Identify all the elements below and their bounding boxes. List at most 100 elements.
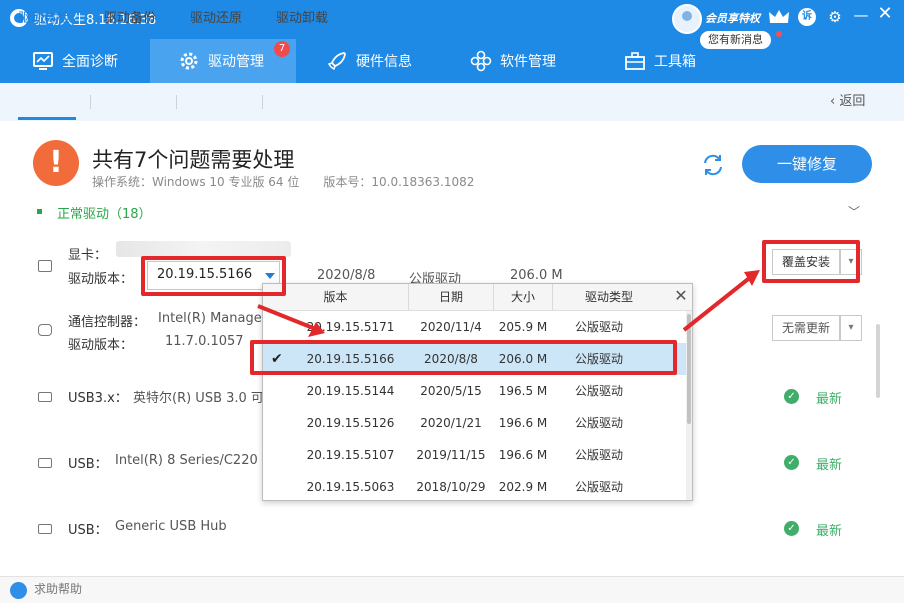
subnav-driver-backup[interactable]: 驱动备份 [104,0,156,38]
table-row[interactable]: 20.19.15.5144 2020/5/15 196.5 M 公版驱动 [263,375,686,407]
column-type: 驱动类型 [584,290,633,304]
highlight-install-button [762,240,860,283]
active-underline [18,117,76,120]
system-info: 操作系统：Windows 10 专业版 64 位 版本号：10.0.18363.… [92,175,475,189]
minimize-icon[interactable]: — [852,6,870,24]
check-circle-icon: ✓ [784,521,799,536]
tab-software-management[interactable]: 软件管理 [470,39,590,83]
toolbox-icon [625,52,645,70]
table-row[interactable]: 20.19.15.5107 2019/11/15 196.6 M 公版驱动 [263,439,686,471]
row-type: 公版驱动 [574,320,623,334]
usb-icon [38,458,52,468]
chevron-down-icon[interactable]: ▾ [840,315,862,341]
row-type: 公版驱动 [574,480,623,494]
unread-dot [776,31,782,37]
row-date: 2020/5/15 [420,384,482,398]
rocket-icon [327,52,346,71]
popup-header: 版本 日期 大小 驱动类型 ✕ [263,284,692,311]
row-version: 20.19.15.5171 [306,320,395,334]
table-row[interactable]: 20.19.15.5171 2020/11/4 205.9 M 公版驱动 [263,311,686,343]
row-version: 20.19.15.5144 [306,384,395,398]
chevron-down-icon[interactable]: ﹀ [848,203,860,220]
avatar[interactable] [672,4,702,34]
normal-drivers-label[interactable]: 正常驱动（18） [57,203,152,222]
gpu-version-label: 驱动版本： [68,272,134,287]
subnav-driver-restore[interactable]: 驱动还原 [190,0,242,38]
popup-scroll-thumb[interactable] [687,314,691,424]
complain-icon[interactable]: 诉 [798,8,816,26]
comm-version-label: 驱动版本： [68,338,134,353]
refresh-icon[interactable] [700,152,726,178]
flower-icon [470,50,492,72]
subnav-driver-check[interactable]: 驱动体检 [18,0,70,38]
row-type: 公版驱动 [574,384,623,398]
chevron-left-icon: ‹ [830,94,840,109]
usb3-label: USB3.x： [68,391,128,406]
tab-label: 硬件信息 [356,54,412,70]
row-type: 公版驱动 [574,416,623,430]
tab-label: 软件管理 [500,54,556,70]
table-row[interactable]: 20.19.15.5126 2020/1/21 196.6 M 公版驱动 [263,407,686,439]
settings-icon[interactable]: ⚙ [826,8,844,26]
status-dot [37,209,42,214]
footer-bar [0,576,904,603]
gpu-label: 显卡： [68,248,108,263]
member-label[interactable]: 会员享特权 [705,10,760,26]
table-row[interactable]: 20.19.15.5063 2018/10/29 202.9 M 公版驱动 [263,471,686,500]
version-popup: 版本 日期 大小 驱动类型 ✕ 20.19.15.5171 2020/11/4 … [262,283,693,501]
popup-close-icon[interactable]: ✕ [672,286,690,306]
divider [262,95,263,109]
usb-device-name: Intel(R) 8 Series/C220 [115,453,258,468]
scrollbar[interactable] [876,324,880,398]
tab-badge: 7 [274,41,290,57]
back-label: 返回 [839,94,866,109]
row-type: 公版驱动 [574,448,623,462]
tab-diagnosis[interactable]: 全面诊断 [32,39,150,83]
tab-label: 全面诊断 [62,54,118,70]
row-size: 196.6 M [498,416,548,430]
usb-icon [38,524,52,534]
crown-icon [769,10,789,23]
check-circle-icon: ✓ [784,389,799,404]
back-button[interactable]: ‹ 返回 [830,83,865,121]
page-title: 共有7个问题需要处理 [92,148,295,172]
gpu-driver-date: 2020/8/8 [317,268,376,283]
highlight-selected-row [250,340,677,375]
sub-navigation [0,83,904,121]
row-size: 202.9 M [498,480,548,494]
tab-toolbox[interactable]: 工具箱 [624,39,724,83]
row-date: 2020/1/21 [420,416,482,430]
row-date: 2020/11/4 [420,320,482,334]
status-latest: 最新 [816,458,843,473]
row-version: 20.19.15.5126 [306,416,395,430]
warning-icon: ! [33,140,79,186]
chip-icon [38,324,52,336]
tab-label: 工具箱 [654,54,696,70]
gpu-icon [38,260,52,272]
close-icon[interactable]: ✕ [876,5,894,23]
row-size: 196.5 M [498,384,548,398]
highlight-version-box [141,256,286,296]
no-update-button[interactable]: 无需更新 [772,315,840,341]
divider [176,95,177,109]
comm-label: 通信控制器： [68,315,147,330]
row-date: 2018/10/29 [416,480,486,494]
tab-hardware-info[interactable]: 硬件信息 [326,39,446,83]
help-icon[interactable] [10,582,27,599]
row-date: 2019/11/15 [416,448,486,462]
status-latest: 最新 [816,524,843,539]
comm-device-name: Intel(R) Manage [158,311,262,326]
one-click-fix-button[interactable]: 一键修复 [742,145,872,183]
subnav-driver-uninstall[interactable]: 驱动卸载 [276,0,328,38]
gear-icon [180,52,198,70]
gpu-driver-size: 206.0 M [510,268,563,283]
usb-icon [38,392,52,402]
column-size: 大小 [510,290,535,304]
row-size: 196.6 M [498,448,548,462]
monitor-icon [33,52,53,70]
footer-help-link[interactable]: 求助帮助 [34,580,82,597]
row-version: 20.19.15.5107 [306,448,395,462]
divider [90,95,91,109]
tab-label: 驱动管理 [208,54,264,70]
usbhub-device-name: Generic USB Hub [115,519,227,534]
